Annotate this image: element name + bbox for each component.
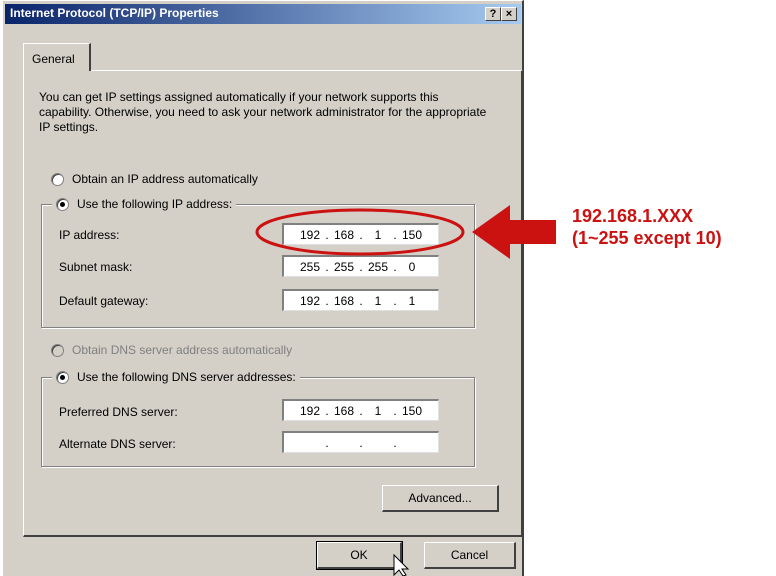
octet-separator: . <box>393 293 397 308</box>
advanced-button[interactable]: Advanced... <box>382 485 499 512</box>
subnet-octet-2: 255 <box>333 259 355 274</box>
octet-separator: . <box>325 403 329 418</box>
cancel-button[interactable]: Cancel <box>424 542 516 569</box>
subnet-octet-1: 255 <box>299 259 321 274</box>
use-ip-label: Use the following IP address: <box>77 197 233 211</box>
obtain-ip-auto-radio[interactable] <box>51 172 64 186</box>
octet-separator: . <box>393 403 397 418</box>
ip-address-input[interactable]: 192. 168. 1. 150 <box>282 223 439 245</box>
ip-octet-1: 192 <box>299 227 321 242</box>
octet-separator: . <box>325 293 329 308</box>
pdns-octet-4: 150 <box>401 403 423 418</box>
gateway-octet-2: 168 <box>333 293 355 308</box>
obtain-dns-auto-option: Obtain DNS server address automatically <box>51 343 292 357</box>
use-dns-option[interactable]: Use the following DNS server addresses: <box>52 370 300 384</box>
octet-separator: . <box>359 259 363 274</box>
octet-separator: . <box>393 227 397 242</box>
ip-address-label: IP address: <box>59 228 120 242</box>
octet-separator: . <box>393 259 397 274</box>
default-gateway-label: Default gateway: <box>59 294 149 308</box>
octet-separator: . <box>325 259 329 274</box>
octet-separator: . <box>359 403 363 418</box>
octet-separator: . <box>325 435 329 450</box>
alternate-dns-label: Alternate DNS server: <box>59 437 176 451</box>
gateway-octet-1: 192 <box>299 293 321 308</box>
use-ip-option[interactable]: Use the following IP address: <box>52 197 237 211</box>
gateway-octet-3: 1 <box>374 293 382 308</box>
tcpip-properties-dialog: Internet Protocol (TCP/IP) Properties ? … <box>2 0 524 576</box>
close-button[interactable]: × <box>501 7 517 21</box>
octet-separator: . <box>359 293 363 308</box>
intro-text: You can get IP settings assigned automat… <box>39 90 487 134</box>
pdns-octet-3: 1 <box>374 403 382 418</box>
obtain-ip-auto-label: Obtain an IP address automatically <box>72 172 258 186</box>
ip-octet-3: 1 <box>374 227 382 242</box>
pdns-octet-2: 168 <box>333 403 355 418</box>
use-dns-label: Use the following DNS server addresses: <box>77 370 296 384</box>
preferred-dns-label: Preferred DNS server: <box>59 405 178 419</box>
default-gateway-input[interactable]: 192. 168. 1. 1 <box>282 289 439 311</box>
octet-separator: . <box>325 227 329 242</box>
ip-octet-2: 168 <box>333 227 355 242</box>
dns-server-group: Use the following DNS server addresses: <box>41 370 475 467</box>
subnet-octet-3: 255 <box>367 259 389 274</box>
subnet-mask-input[interactable]: 255. 255. 255. 0 <box>282 255 439 277</box>
alternate-dns-input[interactable]: ... <box>282 431 439 453</box>
octet-separator: . <box>359 435 363 450</box>
ip-hint-annotation: 192.168.1.XXX (1~255 except 10) <box>572 205 722 249</box>
obtain-ip-auto-option[interactable]: Obtain an IP address automatically <box>51 172 258 186</box>
subnet-mask-label: Subnet mask: <box>59 260 133 274</box>
subnet-octet-4: 0 <box>408 259 416 274</box>
gateway-octet-4: 1 <box>408 293 416 308</box>
use-dns-radio[interactable] <box>56 370 69 384</box>
ip-octet-4: 150 <box>401 227 423 242</box>
tab-general-label: General <box>32 52 75 66</box>
title-bar[interactable]: Internet Protocol (TCP/IP) Properties ? … <box>5 4 521 24</box>
obtain-dns-auto-label: Obtain DNS server address automatically <box>72 343 293 357</box>
pdns-octet-1: 192 <box>299 403 321 418</box>
ok-button[interactable]: OK <box>316 541 403 570</box>
preferred-dns-input[interactable]: 192. 168. 1. 150 <box>282 399 439 421</box>
use-ip-radio[interactable] <box>56 197 69 211</box>
window-title: Internet Protocol (TCP/IP) Properties <box>10 6 219 20</box>
ip-hint-line1: 192.168.1.XXX <box>572 206 694 226</box>
tab-general[interactable]: General <box>23 43 91 71</box>
ip-hint-line2: (1~255 except 10) <box>572 228 722 248</box>
octet-separator: . <box>393 435 397 450</box>
octet-separator: . <box>359 227 363 242</box>
obtain-dns-auto-radio <box>51 343 64 357</box>
help-button[interactable]: ? <box>485 7 501 21</box>
